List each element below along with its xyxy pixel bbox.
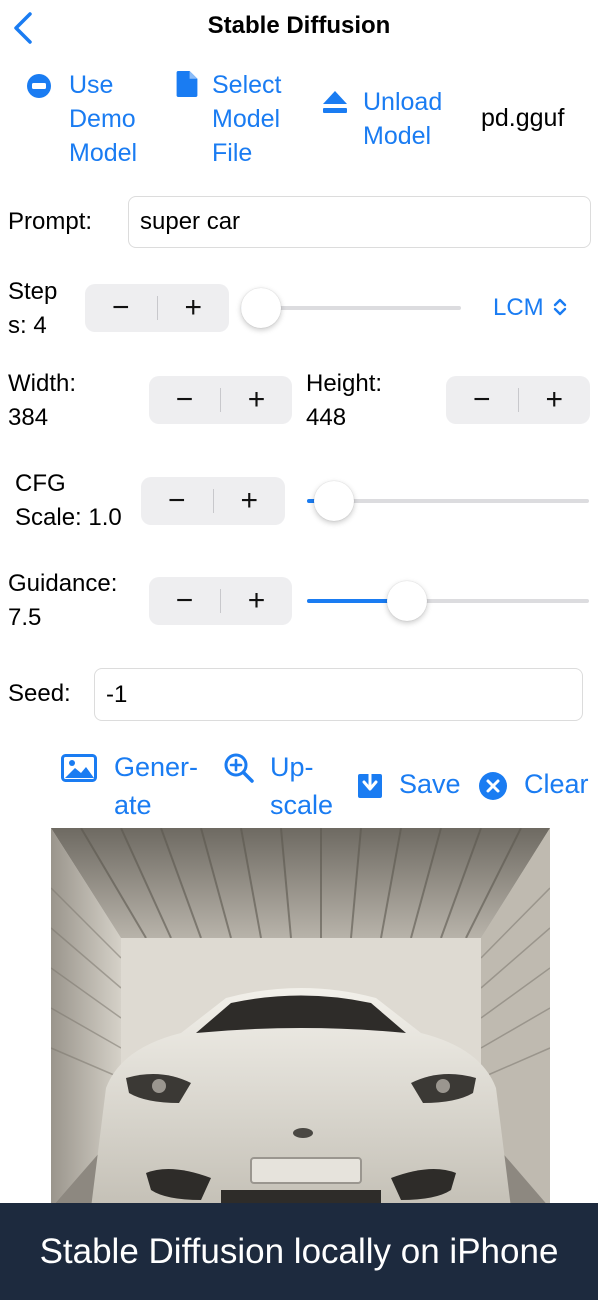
caption-banner: Stable Diffusion locally on iPhone [0, 1203, 598, 1300]
cfg-increment-button[interactable]: + [214, 486, 286, 516]
width-label: Width: 384 [8, 367, 76, 435]
width-value: 384 [8, 404, 49, 431]
eject-icon [323, 91, 347, 113]
prompt-value: super car [140, 208, 241, 235]
zoom-in-icon [224, 753, 254, 783]
generate-label-1: Gener- [114, 752, 199, 782]
use-demo-label-2: Demo [69, 105, 136, 133]
slider-thumb[interactable] [241, 288, 281, 328]
height-increment-button[interactable]: + [519, 385, 591, 415]
download-icon [358, 768, 382, 798]
cfg-stepper[interactable]: − + [141, 477, 285, 525]
prompt-label: Prompt: [8, 208, 93, 235]
steps-decrement-button[interactable]: − [85, 293, 157, 323]
width-label-text: Width: [8, 370, 77, 397]
upscale-button[interactable]: Up- scale [223, 748, 343, 824]
height-stepper[interactable]: − + [446, 376, 590, 424]
model-filename: pd.gguf [481, 104, 565, 132]
save-label: Save [399, 769, 461, 799]
sampler-value: LCM [493, 294, 544, 321]
clear-button[interactable]: Clear [478, 766, 594, 806]
cfg-decrement-button[interactable]: − [141, 486, 213, 516]
unload-label-1: Unload [363, 88, 443, 116]
use-demo-label-3: Model [69, 139, 138, 167]
supercar-illustration [51, 828, 550, 1208]
chevron-updown-icon [554, 298, 567, 316]
slider-thumb[interactable] [386, 581, 427, 621]
select-file-label-1: Select [212, 71, 282, 99]
steps-label-line2: s: 4 [8, 312, 47, 339]
steps-slider[interactable] [241, 288, 461, 328]
steps-label: Step s: 4 [8, 275, 57, 343]
select-file-label-3: File [212, 139, 253, 167]
steps-stepper[interactable]: − + [85, 284, 229, 332]
generated-image [51, 828, 550, 1208]
guidance-label: Guidance: 7.5 [8, 567, 117, 635]
unload-label-2: Model [363, 122, 432, 150]
cfg-label: CFG Scale: 1.0 [15, 467, 122, 535]
select-model-file-button[interactable]: Select Model File [174, 68, 304, 172]
use-demo-label-1: Use [69, 71, 114, 99]
clear-label: Clear [524, 769, 589, 799]
guidance-label-line1: Guidance: [8, 570, 118, 597]
save-button[interactable]: Save [357, 766, 467, 806]
generate-button[interactable]: Gener- ate [61, 748, 211, 824]
upscale-label-2: scale [270, 790, 334, 820]
height-label-text: Height: [306, 370, 383, 397]
document-icon [176, 71, 198, 97]
cfg-label-line1: CFG [15, 470, 66, 497]
sampler-picker[interactable]: LCM [493, 294, 567, 322]
select-file-label-2: Model [212, 105, 281, 133]
use-demo-model-button[interactable]: Use Demo Model [26, 68, 156, 172]
cfg-label-line2: Scale: 1.0 [15, 504, 122, 531]
photo-icon [61, 754, 97, 782]
width-decrement-button[interactable]: − [149, 385, 220, 415]
steps-increment-button[interactable]: + [158, 293, 230, 323]
guidance-decrement-button[interactable]: − [149, 586, 220, 616]
unload-model-button[interactable]: Unload Model [322, 85, 452, 155]
width-increment-button[interactable]: + [221, 385, 292, 415]
caption-text: Stable Diffusion locally on iPhone [39, 1231, 559, 1271]
close-circle-icon [479, 772, 507, 800]
guidance-increment-button[interactable]: + [221, 586, 292, 616]
cfg-slider[interactable] [307, 481, 589, 521]
height-label: Height: 448 [306, 367, 382, 435]
height-decrement-button[interactable]: − [446, 385, 518, 415]
height-value: 448 [306, 404, 347, 431]
guidance-stepper[interactable]: − + [149, 577, 292, 625]
seed-label: Seed: [8, 680, 71, 707]
minus-circle-icon [27, 74, 51, 98]
width-stepper[interactable]: − + [149, 376, 292, 424]
guidance-label-line2: 7.5 [8, 604, 42, 631]
page-title: Stable Diffusion [207, 12, 391, 39]
slider-thumb[interactable] [314, 481, 355, 521]
seed-input[interactable]: -1 [94, 668, 583, 721]
generate-label-2: ate [114, 790, 152, 820]
prompt-input[interactable]: super car [128, 196, 591, 248]
guidance-slider[interactable] [307, 581, 589, 621]
steps-label-line1: Step [8, 278, 58, 305]
upscale-label-1: Up- [270, 752, 314, 782]
seed-value: -1 [106, 680, 128, 708]
